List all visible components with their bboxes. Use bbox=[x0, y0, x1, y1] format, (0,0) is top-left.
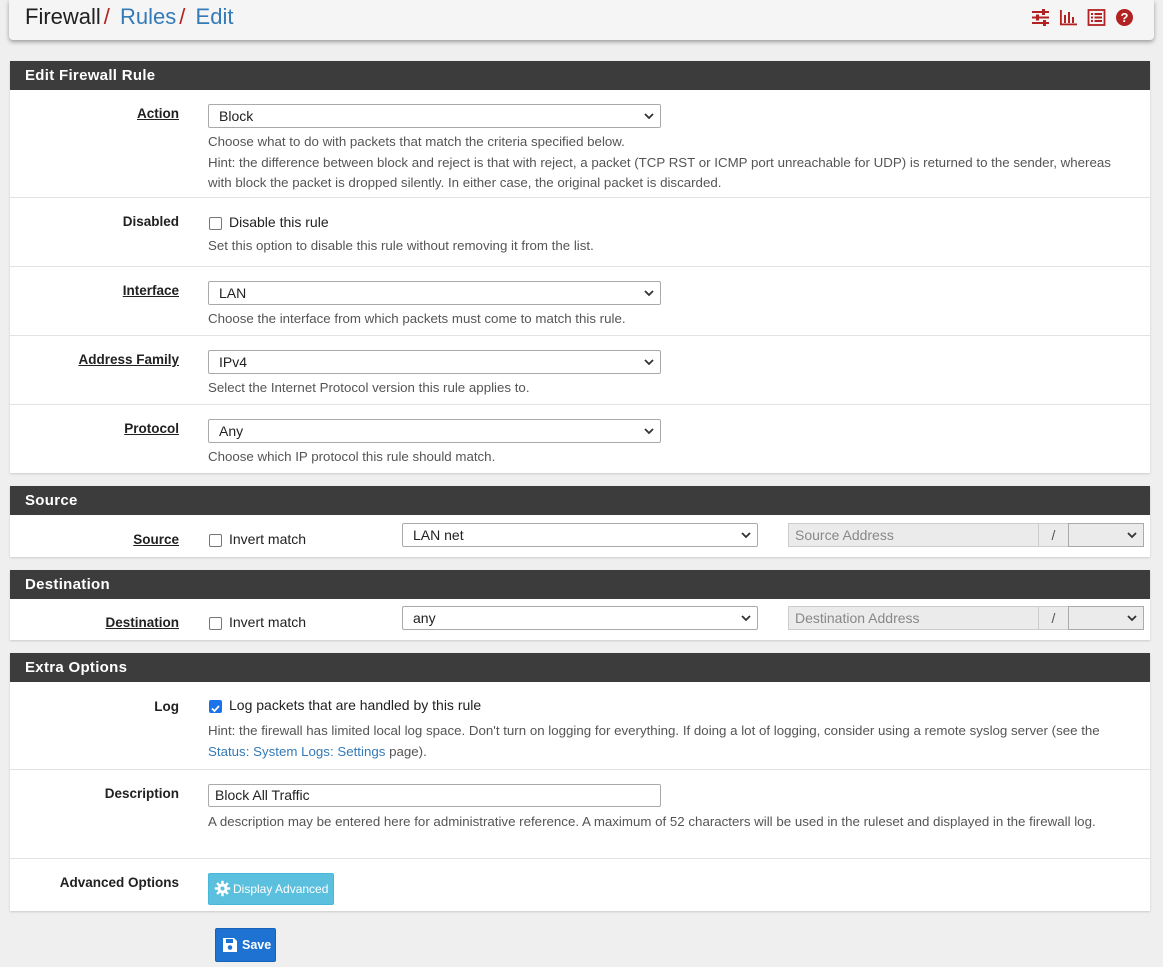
display-advanced-label: Display Advanced bbox=[233, 882, 329, 896]
bar-chart-icon[interactable] bbox=[1059, 8, 1078, 27]
destination-address-input[interactable]: Destination Address bbox=[788, 606, 1039, 630]
action-select-value: Block bbox=[219, 108, 254, 124]
save-button[interactable]: Save bbox=[215, 928, 276, 962]
breadcrumb-edit-link[interactable]: Edit bbox=[196, 4, 234, 29]
interface-select[interactable]: LAN bbox=[208, 281, 661, 305]
log-checkbox-label[interactable]: Log packets that are handled by this rul… bbox=[229, 697, 481, 713]
address-family-help: Select the Internet Protocol version thi… bbox=[208, 380, 530, 395]
action-label: Action bbox=[137, 106, 179, 121]
chevron-down-icon bbox=[741, 532, 751, 539]
destination-mask-slash: / bbox=[1038, 606, 1069, 630]
address-family-label: Address Family bbox=[78, 352, 179, 367]
protocol-row: Protocol Any Choose which IP protocol th… bbox=[10, 405, 1150, 474]
chevron-down-icon bbox=[1127, 615, 1137, 622]
extra-options-heading: Extra Options bbox=[10, 653, 1150, 682]
destination-invert-checkbox[interactable] bbox=[209, 617, 222, 630]
edit-rule-panel: Edit Firewall Rule Action Block Choose w… bbox=[10, 61, 1150, 473]
disable-rule-checkbox-label[interactable]: Disable this rule bbox=[229, 214, 329, 230]
breadcrumb-rules-link[interactable]: Rules bbox=[120, 4, 176, 29]
breadcrumb-separator: / bbox=[103, 4, 110, 29]
interface-label: Interface bbox=[122, 283, 179, 298]
source-invert-checkbox[interactable] bbox=[209, 534, 222, 547]
breadcrumb-separator: / bbox=[179, 4, 186, 29]
protocol-select-value: Any bbox=[219, 423, 244, 439]
protocol-label: Protocol bbox=[124, 421, 179, 436]
system-logs-settings-link[interactable]: Status: System Logs: Settings bbox=[208, 744, 385, 759]
action-help-text: Choose what to do with packets that matc… bbox=[208, 134, 625, 149]
header-icons: ? bbox=[1031, 8, 1134, 27]
save-button-label: Save bbox=[242, 938, 272, 952]
action-help: Choose what to do with packets that matc… bbox=[208, 132, 1130, 194]
save-icon bbox=[223, 938, 237, 952]
interface-select-value: LAN bbox=[219, 285, 247, 301]
protocol-select[interactable]: Any bbox=[208, 419, 661, 443]
chevron-down-icon bbox=[741, 615, 751, 622]
checkmark-icon bbox=[211, 705, 220, 713]
disabled-help: Set this option to disable this rule wit… bbox=[208, 238, 594, 253]
interface-help: Choose the interface from which packets … bbox=[208, 311, 626, 326]
list-icon[interactable] bbox=[1087, 8, 1106, 27]
action-hint-text: Hint: the difference between block and r… bbox=[208, 154, 1111, 191]
description-help: A description may be entered here for ad… bbox=[208, 814, 1096, 829]
destination-row: Destination Invert match any Destination… bbox=[10, 599, 1150, 640]
log-row: Log Log packets that are handled by this… bbox=[10, 682, 1150, 770]
source-row: Source Invert match LAN net Source Addre… bbox=[10, 515, 1150, 557]
disabled-row: Disabled Disable this rule Set this opti… bbox=[10, 198, 1150, 267]
source-mask-slash: / bbox=[1038, 523, 1069, 547]
address-family-select-value: IPv4 bbox=[219, 354, 248, 370]
log-help-text: Hint: the firewall has limited local log… bbox=[208, 723, 1100, 738]
display-advanced-button[interactable]: Display Advanced bbox=[208, 873, 334, 905]
protocol-help: Choose which IP protocol this rule shoul… bbox=[208, 449, 496, 464]
action-row: Action Block Choose what to do with pack… bbox=[10, 90, 1150, 198]
source-type-value: LAN net bbox=[413, 527, 464, 543]
breadcrumb-firewall: Firewall bbox=[25, 4, 101, 29]
description-input[interactable]: Block All Traffic bbox=[208, 784, 661, 807]
source-type-select[interactable]: LAN net bbox=[402, 523, 758, 547]
destination-type-value: any bbox=[413, 610, 436, 626]
destination-panel: Destination Destination Invert match any… bbox=[10, 570, 1150, 640]
help-icon[interactable]: ? bbox=[1115, 8, 1134, 27]
destination-invert-label[interactable]: Invert match bbox=[229, 614, 306, 630]
source-invert-label[interactable]: Invert match bbox=[229, 531, 306, 547]
chevron-down-icon bbox=[644, 359, 654, 366]
svg-text:?: ? bbox=[1121, 10, 1129, 25]
log-label: Log bbox=[154, 699, 179, 714]
chevron-down-icon bbox=[644, 290, 654, 297]
description-label: Description bbox=[104, 786, 179, 801]
gear-icon bbox=[214, 880, 231, 897]
destination-mask-select[interactable] bbox=[1068, 606, 1144, 630]
destination-heading: Destination bbox=[10, 570, 1150, 599]
source-label: Source bbox=[133, 532, 179, 547]
destination-label: Destination bbox=[105, 615, 179, 630]
breadcrumb-bar: Firewall / Rules / Edit ? bbox=[9, 0, 1154, 40]
chevron-down-icon bbox=[644, 113, 654, 120]
log-help: Hint: the firewall has limited local log… bbox=[208, 721, 1130, 762]
source-address-input[interactable]: Source Address bbox=[788, 523, 1039, 547]
destination-type-select[interactable]: any bbox=[402, 606, 758, 630]
chevron-down-icon bbox=[1127, 532, 1137, 539]
source-mask-select[interactable] bbox=[1068, 523, 1144, 547]
log-help-tail: page). bbox=[385, 743, 427, 759]
advanced-options-label: Advanced Options bbox=[59, 875, 179, 890]
disabled-label: Disabled bbox=[122, 214, 179, 229]
panel-heading: Edit Firewall Rule bbox=[10, 61, 1150, 90]
description-row: Description Block All Traffic A descript… bbox=[10, 770, 1150, 859]
breadcrumb: Firewall / Rules / Edit bbox=[25, 4, 233, 30]
address-family-row: Address Family IPv4 Select the Internet … bbox=[10, 336, 1150, 405]
log-checkbox[interactable] bbox=[209, 700, 222, 713]
source-panel: Source Source Invert match LAN net Sourc… bbox=[10, 486, 1150, 557]
extra-options-panel: Extra Options Log Log packets that are h… bbox=[10, 653, 1150, 911]
action-select[interactable]: Block bbox=[208, 104, 661, 128]
address-family-select[interactable]: IPv4 bbox=[208, 350, 661, 374]
source-heading: Source bbox=[10, 486, 1150, 515]
chevron-down-icon bbox=[644, 428, 654, 435]
sliders-icon[interactable] bbox=[1031, 8, 1050, 27]
advanced-options-row: Advanced Options Display Advanced bbox=[10, 859, 1150, 911]
interface-row: Interface LAN Choose the interface from … bbox=[10, 267, 1150, 336]
disable-rule-checkbox[interactable] bbox=[209, 217, 222, 230]
